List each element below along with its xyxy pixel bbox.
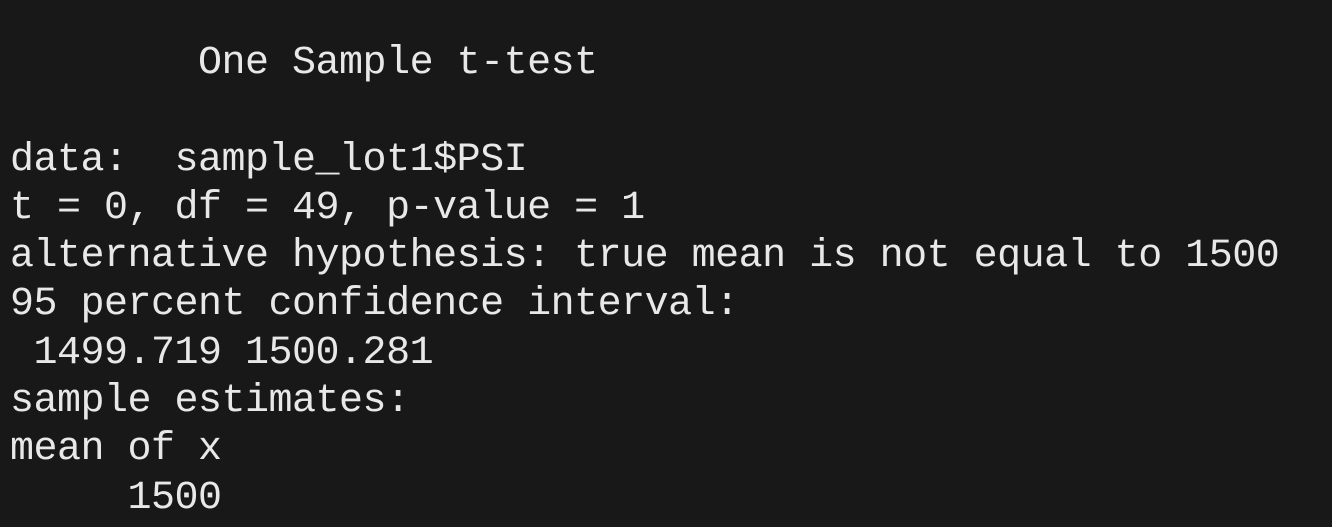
r-console-output: One Sample t-test data: sample_lot1$PSI … — [0, 0, 1332, 527]
confidence-interval-header: 95 percent confidence interval: — [10, 282, 739, 328]
estimate-label: mean of x — [10, 427, 222, 473]
data-line: data: sample_lot1$PSI — [10, 137, 528, 183]
alternative-hypothesis-line: alternative hypothesis: true mean is not… — [10, 234, 1280, 280]
sample-estimates-header: sample estimates: — [10, 379, 410, 425]
test-title: One Sample t-test — [10, 41, 598, 86]
confidence-interval-values: 1499.719 1500.281 — [10, 330, 434, 376]
statistics-line: t = 0, df = 49, p-value = 1 — [10, 185, 645, 231]
estimate-value: 1500 — [10, 475, 223, 521]
